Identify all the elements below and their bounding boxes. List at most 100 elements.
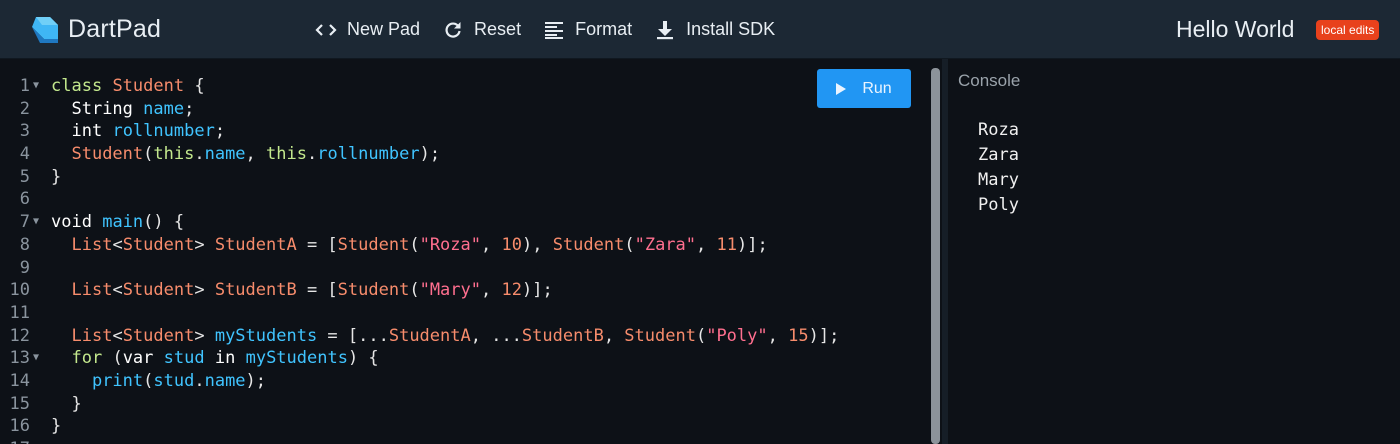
- code-text: for (var stud in myStudents) {: [51, 347, 379, 370]
- code-token: rollnumber: [112, 121, 215, 142]
- code-token: Student: [71, 144, 144, 165]
- line-number: 7: [19, 212, 30, 233]
- code-token: void: [51, 212, 92, 233]
- local-edits-badge: local edits: [1316, 20, 1380, 40]
- line-number: 1: [19, 76, 30, 96]
- code-token: ,: [767, 325, 789, 346]
- pad-title[interactable]: Hello World: [1176, 16, 1294, 43]
- install-sdk-button[interactable]: Install SDK: [654, 19, 775, 41]
- editor-scrollbar-thumb[interactable]: [931, 68, 940, 444]
- code-token: Student: [112, 76, 185, 96]
- code-token: ) {: [347, 348, 379, 369]
- install-sdk-label: Install SDK: [686, 19, 776, 39]
- console-output: Roza Zara Mary Poly: [978, 118, 1019, 218]
- code-token: ,: [603, 325, 625, 346]
- code-token: .: [194, 370, 205, 391]
- code-token: this: [266, 144, 307, 165]
- code-token: List: [71, 280, 113, 301]
- code-text: int rollnumber;: [51, 120, 225, 143]
- line-number: 17: [0, 438, 30, 444]
- code-token: ,: [245, 144, 267, 165]
- code-token: (: [409, 234, 420, 255]
- code-token: "Mary": [419, 280, 481, 301]
- code-text: List<Student> StudentB = [Student("Mary"…: [51, 279, 552, 302]
- code-token: StudentB: [521, 325, 604, 346]
- format-button[interactable]: Format: [543, 19, 632, 41]
- console-line: Roza: [978, 120, 1019, 140]
- code-token: name: [204, 144, 246, 165]
- line-number: 9: [19, 257, 30, 278]
- run-button[interactable]: Run: [817, 69, 911, 108]
- code-token: Student: [337, 280, 410, 301]
- code-token: <: [112, 325, 123, 346]
- refresh-icon: [442, 19, 464, 41]
- code-token: main: [102, 212, 144, 233]
- code-token: rollnumber: [317, 144, 420, 165]
- fold-arrow-icon[interactable]: ▼: [33, 75, 43, 98]
- line-number: 14: [9, 370, 30, 391]
- download-icon: [654, 19, 676, 41]
- play-icon: [836, 82, 847, 95]
- code-text: Student(this.name, this.rollnumber);: [51, 143, 440, 166]
- code-text: class Student {: [51, 75, 205, 98]
- code-token: Student: [122, 280, 195, 301]
- code-token: = [...: [317, 325, 389, 346]
- code-token: "Roza": [419, 234, 481, 255]
- code-text: List<Student> myStudents = [...StudentA,…: [51, 325, 839, 348]
- code-token: class: [51, 76, 103, 96]
- code-token: List: [71, 325, 113, 346]
- code-token: 10: [501, 234, 522, 255]
- code-token: (: [409, 280, 420, 301]
- code-token: ,: [481, 234, 502, 255]
- code-token: Student: [552, 234, 625, 255]
- code-token: name: [204, 370, 246, 391]
- line-number: 16: [9, 416, 30, 437]
- code-token: }: [51, 416, 62, 437]
- code-token: var: [122, 348, 154, 369]
- code-token: (: [143, 144, 154, 165]
- code-token: "Zara": [634, 234, 697, 255]
- code-token: name: [143, 98, 185, 119]
- code-editor[interactable]: 1 ▼ class Student {2 String name; 3 int rol…: [0, 59, 928, 444]
- fold-arrow-icon[interactable]: ▼: [33, 211, 43, 234]
- code-token: = [: [296, 280, 338, 301]
- code-token: );: [419, 144, 441, 165]
- code-token: in: [214, 348, 236, 369]
- code-token: ;: [214, 121, 226, 142]
- code-token: );: [245, 370, 267, 391]
- header-bar: DartPad New Pad Reset Format Install SDK…: [0, 0, 1400, 59]
- new-pad-button[interactable]: New Pad: [315, 19, 420, 41]
- dartpad-app: DartPad New Pad Reset Format Install SDK…: [0, 0, 1400, 444]
- line-number: 5: [19, 166, 30, 187]
- code-token: stud: [153, 370, 195, 391]
- console-line: Poly: [978, 195, 1019, 215]
- code-text: List<Student> StudentA = [Student("Roza"…: [51, 234, 768, 257]
- code-token: (: [695, 325, 707, 346]
- reset-button[interactable]: Reset: [442, 19, 521, 41]
- code-token: myStudents: [245, 348, 348, 369]
- code-token: print: [91, 370, 144, 391]
- code-token: 11: [716, 234, 737, 255]
- code-token: ;: [184, 98, 195, 119]
- code-token: }: [51, 393, 82, 414]
- line-number: 8: [19, 234, 30, 255]
- format-label: Format: [575, 19, 633, 39]
- code-token: "Poly": [706, 325, 768, 346]
- code-token: )];: [736, 234, 768, 255]
- line-number: 2: [19, 98, 30, 119]
- code-text: }: [51, 415, 61, 438]
- code-token: .: [194, 144, 205, 165]
- fold-arrow-icon[interactable]: ▼: [33, 347, 43, 370]
- code-token: 12: [501, 280, 522, 301]
- line-number: 12: [9, 325, 30, 346]
- code-token: Student: [624, 325, 696, 346]
